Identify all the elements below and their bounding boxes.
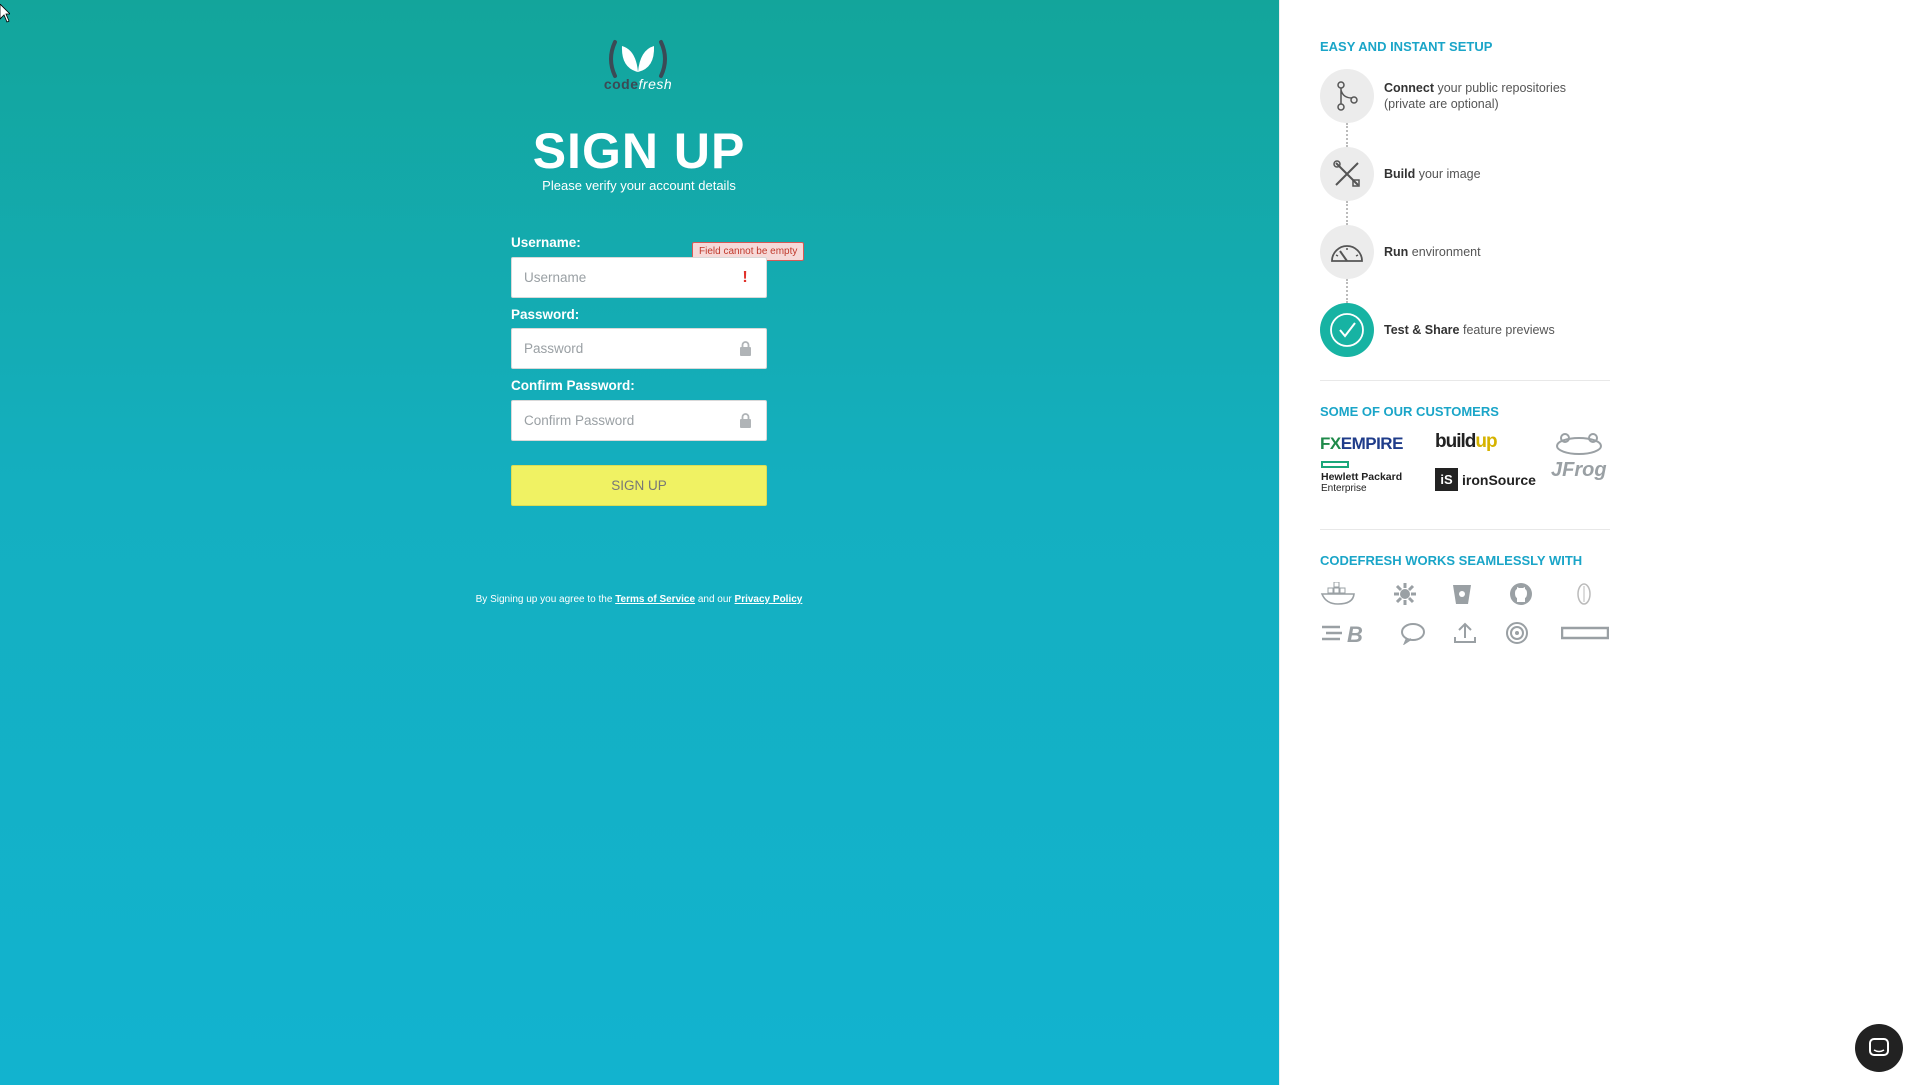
step-connector [1346, 201, 1348, 225]
chat-icon [1398, 618, 1428, 648]
docker-icon [1320, 579, 1360, 609]
username-field-wrapper: ! [511, 257, 767, 298]
fxempire-empire: EMPIRE [1340, 434, 1404, 453]
buildup-build: build [1435, 431, 1476, 452]
speedometer-icon [1320, 225, 1374, 279]
fxempire-fx: FX [1320, 434, 1341, 453]
section-divider [1320, 529, 1610, 530]
step-bold: Connect [1384, 81, 1434, 95]
page-title: SIGN UP [532, 123, 746, 179]
signup-panel: codefresh SIGN UP Please verify your acc… [0, 0, 1279, 1085]
hpe-logo: Hewlett Packard Enterprise [1321, 461, 1411, 494]
fxempire-logo: FXEMPIRE [1320, 434, 1403, 454]
setup-step-test-share: Test & Share feature previews [1320, 303, 1640, 357]
ironsource-mark-icon: iS [1435, 468, 1458, 491]
gitlab-icon [1569, 579, 1599, 609]
step-bold: Test & Share [1384, 323, 1460, 337]
frog-icon [1556, 433, 1602, 455]
setup-step-connect: Connect your public repositories (privat… [1320, 69, 1640, 123]
ironsource-logo: iS ironSource [1435, 468, 1536, 491]
logo-text-code: code [603, 76, 639, 92]
support-chat-button[interactable] [1855, 1024, 1903, 1072]
step-connector [1346, 279, 1348, 303]
terms-mid: and our [697, 594, 732, 605]
hpe-line2: Enterprise [1321, 483, 1367, 494]
setup-step-run: Run environment [1320, 225, 1640, 279]
leaf-logo-icon [609, 40, 667, 78]
chat-bubble-icon [1869, 1038, 1889, 1056]
terms-text: By Signing up you agree to the Terms of … [439, 594, 839, 605]
password-field-wrapper [511, 328, 767, 369]
upload-icon [1450, 618, 1480, 648]
bucket-icon [1447, 579, 1477, 609]
step-connector [1346, 123, 1348, 147]
integrations-section-title: CODEFRESH WORKS SEAMLESSLY WITH [1320, 553, 1583, 568]
git-branch-icon [1320, 69, 1374, 123]
ironsource-text: ironSource [1462, 471, 1536, 488]
svg-text:B: B [1347, 622, 1363, 645]
check-icon [1320, 303, 1374, 357]
step-bold: Run [1384, 245, 1409, 259]
privacy-policy-link[interactable]: Privacy Policy [735, 594, 803, 605]
step-line2: (private are optional) [1384, 97, 1499, 111]
confirm-password-field-wrapper [511, 400, 767, 441]
exclamation-icon: ! [742, 268, 748, 286]
terms-of-service-link[interactable]: Terms of Service [615, 594, 695, 605]
step-rest: environment [1411, 245, 1481, 259]
terms-prefix: By Signing up you agree to the [475, 594, 613, 605]
setup-step-text: Build your image [1384, 166, 1481, 182]
username-label: Username: [511, 235, 581, 250]
logo-text-fresh: fresh [638, 76, 673, 92]
mouse-cursor-icon [0, 4, 10, 23]
confirm-password-input[interactable] [524, 413, 736, 428]
sign-up-button[interactable]: SIGN UP [511, 465, 767, 506]
customers-section-title: SOME OF OUR CUSTOMERS [1320, 404, 1499, 419]
bitbucket-icon: B [1320, 618, 1376, 648]
lock-icon [736, 412, 754, 430]
setup-step-build: Build your image [1320, 147, 1640, 201]
hpe-line1: Hewlett Packard [1321, 471, 1403, 483]
page-subtitle: Please verify your account details [542, 178, 736, 193]
tools-icon [1320, 147, 1374, 201]
setup-step-text: Connect your public repositories (privat… [1384, 80, 1566, 112]
step-rest: your public repositories [1437, 81, 1567, 95]
step-rest: feature previews [1462, 323, 1555, 337]
rectangle-icon [1560, 618, 1610, 648]
info-panel: EASY AND INSTANT SETUP Connect your publ… [1279, 0, 1916, 1085]
step-bold: Build [1384, 167, 1416, 181]
jfrog-logo: JFrog [1551, 432, 1611, 492]
section-divider [1320, 380, 1610, 381]
target-icon [1502, 618, 1532, 648]
username-input[interactable] [524, 270, 736, 285]
hpe-rectangle-icon [1321, 461, 1349, 468]
logo-wordmark: codefresh [601, 76, 675, 92]
buildup-up: up [1475, 431, 1497, 452]
codefresh-logo: codefresh [601, 38, 675, 102]
buildup-logo: buildup [1435, 431, 1498, 453]
setup-step-text: Test & Share feature previews [1384, 322, 1555, 338]
setup-step-text: Run environment [1384, 244, 1481, 260]
lock-icon [736, 340, 754, 358]
jfrog-text: JFrog [1551, 459, 1607, 481]
kubernetes-icon [1390, 579, 1420, 609]
step-rest: your image [1418, 167, 1481, 181]
setup-section-title: EASY AND INSTANT SETUP [1320, 39, 1493, 54]
confirm-password-label: Confirm Password: [511, 378, 635, 393]
password-label: Password: [511, 307, 580, 322]
password-input[interactable] [524, 341, 736, 356]
github-icon [1506, 579, 1536, 609]
